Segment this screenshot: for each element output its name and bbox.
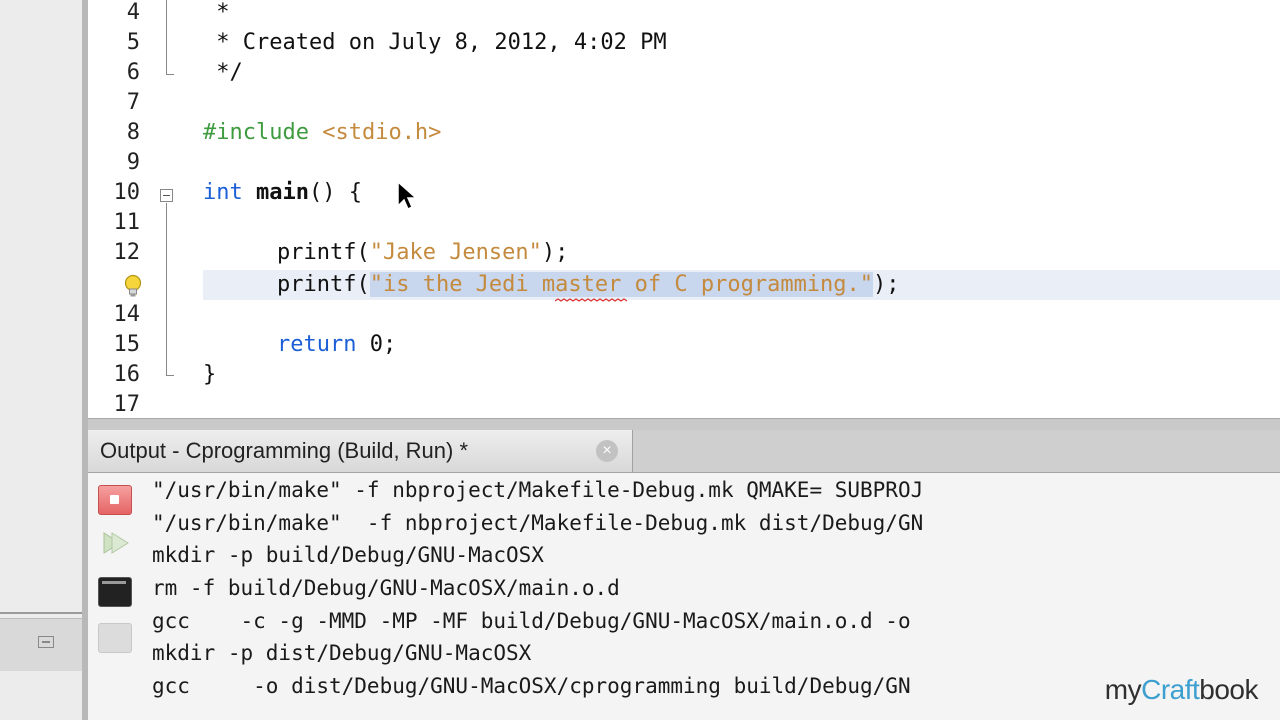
minimize-icon[interactable] — [38, 636, 54, 648]
watermark-part: my — [1104, 674, 1142, 705]
line-number: 15 — [113, 332, 141, 357]
current-code-line: printf("is the Jedi master of C programm… — [203, 270, 1280, 300]
comment-text: * Created on July 8, 2012, 4:02 PM — [203, 30, 667, 55]
closing-brace: } — [203, 362, 217, 387]
left-panel — [0, 0, 82, 720]
mouse-pointer-icon — [397, 180, 418, 211]
console-line: gcc -o dist/Debug/GNU-MacOSX/cprogrammin… — [152, 674, 911, 698]
line-number: 7 — [126, 90, 140, 115]
code-line: 14 — [88, 300, 1280, 330]
keyword-int: int — [203, 180, 243, 205]
console-line: "/usr/bin/make" -f nbproject/Makefile-De… — [152, 478, 924, 502]
console-line: gcc -c -g -MMD -MP -MF build/Debug/GNU-M… — [152, 609, 911, 633]
keyword-return: return — [277, 332, 357, 357]
watermark-part: Craft — [1141, 674, 1200, 705]
code-line: 17 — [88, 390, 1280, 418]
function-signature-rest: () { — [308, 180, 362, 205]
modified-marker: * — [459, 438, 469, 463]
output-toolbar — [88, 473, 140, 720]
close-tab-icon[interactable]: × — [596, 440, 618, 462]
line-number: 16 — [113, 362, 141, 387]
comment-text: * — [203, 0, 230, 25]
return-value: 0; — [356, 332, 397, 357]
statement-end: ); — [541, 240, 569, 265]
line-number: 4 — [126, 0, 140, 25]
disabled-action-icon — [98, 623, 132, 653]
left-panel-divider — [0, 612, 82, 614]
code-line: 5 * Created on July 8, 2012, 4:02 PM — [88, 28, 1280, 58]
output-tab-bar: Output - Cprogramming (Build, Run) * × — [88, 430, 1280, 473]
watermark-logo: myCraftbook — [1104, 674, 1259, 706]
watermark-part: book — [1199, 674, 1258, 705]
code-line: 11 — [88, 208, 1280, 238]
line-number: 12 — [113, 240, 141, 265]
line-number: 9 — [126, 150, 140, 175]
console-line: mkdir -p build/Debug/GNU-MacOSX — [152, 543, 544, 567]
code-editor[interactable]: 4 * 5 * Created on July 8, 2012, 4:02 PM… — [88, 0, 1280, 418]
statement-end: ); — [873, 272, 900, 297]
code-line: 15 return 0; — [88, 330, 1280, 360]
output-tab-title: Output - Cprogramming (Build, Run) — [100, 438, 454, 463]
line-number: 14 — [113, 302, 141, 327]
string-literal: "Jake Jensen" — [369, 240, 542, 265]
stop-icon[interactable] — [98, 485, 132, 515]
code-line: 8 #include <stdio.h> — [88, 118, 1280, 148]
console-line: mkdir -p dist/Debug/GNU-MacOSX — [152, 641, 532, 665]
printf-call: printf( — [277, 272, 370, 297]
line-number: 11 — [113, 210, 141, 235]
console-line: "/usr/bin/make" -f nbproject/Makefile-De… — [152, 511, 924, 535]
rerun-icon[interactable] — [98, 529, 130, 557]
lightbulb-hint-icon[interactable] — [124, 274, 142, 298]
function-name: main — [256, 180, 309, 205]
code-line: 10 int main() { — [88, 178, 1280, 208]
terminal-icon[interactable] — [98, 577, 132, 607]
printf-call: printf( — [277, 240, 370, 265]
code-line: 9 — [88, 148, 1280, 178]
line-number: 5 — [126, 30, 140, 55]
code-line: 16 } — [88, 360, 1280, 390]
code-line: 12 printf("Jake Jensen"); — [88, 238, 1280, 268]
code-line: 4 * — [88, 0, 1280, 28]
line-number: 17 — [113, 392, 141, 417]
comment-text: */ — [203, 60, 243, 85]
code-line: 6 */ — [88, 58, 1280, 88]
code-line: 7 — [88, 88, 1280, 118]
tab-output-build-run[interactable]: Output - Cprogramming (Build, Run) * × — [88, 430, 633, 472]
selected-string-literal[interactable]: "is the Jedi master of C programming." — [369, 272, 874, 297]
line-number: 10 — [113, 180, 141, 205]
include-header: <stdio.h> — [322, 120, 442, 145]
output-console[interactable]: "/usr/bin/make" -f nbproject/Makefile-De… — [88, 473, 1280, 720]
line-number: 8 — [126, 120, 140, 145]
console-line: rm -f build/Debug/GNU-MacOSX/main.o.d — [152, 576, 620, 600]
line-number: 6 — [126, 60, 140, 85]
include-directive: #include — [203, 120, 309, 145]
